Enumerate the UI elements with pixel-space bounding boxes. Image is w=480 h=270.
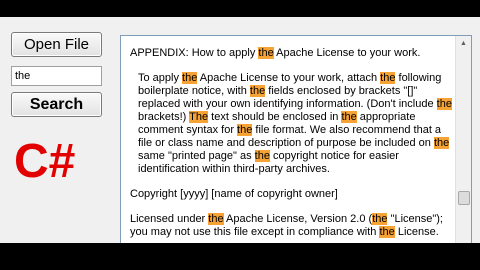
document-paragraph: To apply the Apache License to your work… (130, 72, 456, 176)
vertical-scrollbar[interactable]: ▲ (455, 36, 471, 243)
bottom-bar (0, 243, 480, 270)
document-text: License. (394, 226, 439, 238)
search-match-highlight: the (208, 213, 224, 225)
search-match-highlight: the (182, 72, 198, 84)
document-text: To apply (138, 72, 183, 84)
search-match-highlight: the (436, 98, 452, 110)
main-window: Open File Search C# APPENDIX: How to app… (0, 17, 480, 243)
search-match-highlight: The (189, 111, 209, 123)
search-match-highlight: the (341, 111, 357, 123)
document-content: APPENDIX: How to apply the Apache Licens… (130, 47, 456, 243)
search-match-highlight: the (433, 137, 450, 149)
scroll-up-arrow-icon[interactable]: ▲ (456, 36, 471, 51)
document-text: brackets!) (138, 111, 190, 123)
open-file-label: Open File (23, 36, 90, 53)
document-text: same "printed page" as (138, 150, 255, 162)
document-text: text should be enclosed in (208, 111, 342, 123)
search-match-highlight: the (379, 226, 395, 238)
search-match-highlight: the (380, 72, 396, 84)
document-text: Apache License, Version 2.0 ( (223, 213, 373, 225)
document-text: Licensed under (130, 213, 209, 225)
document-text: APPENDIX: How to apply (130, 47, 259, 59)
document-textbox[interactable]: APPENDIX: How to apply the Apache Licens… (120, 35, 472, 243)
document-paragraph: Copyright [yyyy] [name of copyright owne… (130, 188, 456, 201)
search-match-highlight: the (372, 213, 388, 225)
search-match-highlight: the (249, 85, 266, 97)
search-match-highlight: the (258, 47, 274, 59)
open-file-button[interactable]: Open File (11, 32, 102, 57)
document-text: Apache License to your work, attach (197, 72, 381, 84)
document-paragraph: APPENDIX: How to apply the Apache Licens… (130, 47, 456, 60)
search-button[interactable]: Search (11, 92, 102, 117)
document-text: Apache License to your work. (273, 47, 421, 59)
search-match-highlight: the (237, 124, 253, 136)
scrollbar-thumb[interactable] (458, 191, 470, 205)
csharp-logo: C# (14, 135, 76, 188)
search-label: Search (29, 95, 84, 113)
document-paragraph: Licensed under the Apache License, Versi… (130, 213, 456, 239)
search-input[interactable] (11, 66, 102, 86)
document-text: Copyright [yyyy] [name of copyright owne… (130, 188, 338, 200)
search-match-highlight: the (254, 150, 270, 162)
